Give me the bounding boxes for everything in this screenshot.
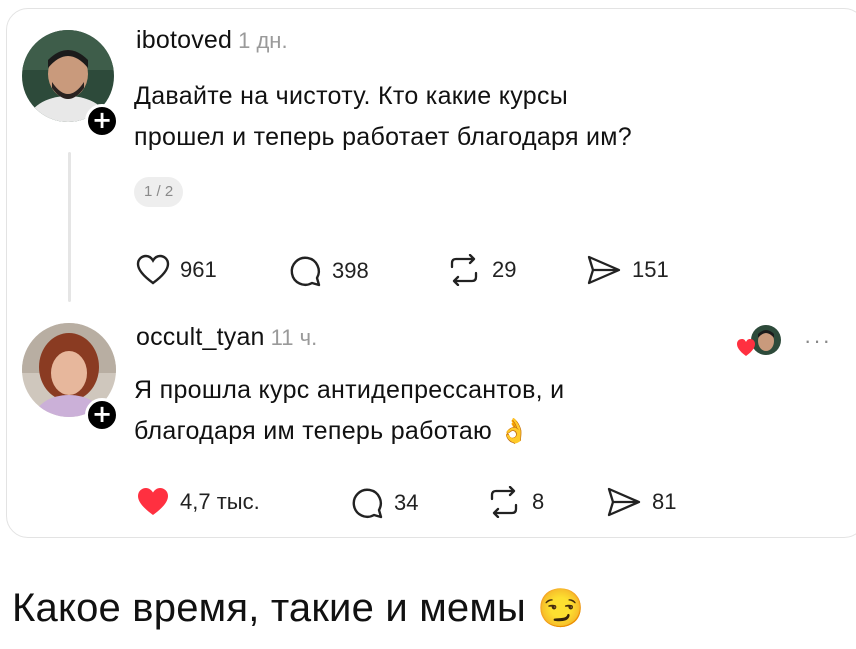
like-button[interactable]: 4,7 тыс. bbox=[136, 486, 260, 518]
caption-text: Какое время, такие и мемы bbox=[12, 586, 527, 630]
share-button[interactable]: 81 bbox=[606, 486, 676, 518]
like-button[interactable]: 961 bbox=[136, 254, 217, 286]
smirk-emoji: 😏 bbox=[537, 588, 585, 630]
comment-count: 34 bbox=[394, 490, 419, 515]
meme-caption: Какое время, такие и мемы 😏 bbox=[12, 586, 585, 631]
repost-button[interactable]: 8 bbox=[486, 486, 544, 518]
repost-count: 8 bbox=[532, 489, 545, 514]
send-icon bbox=[607, 487, 641, 517]
post-text: Давайте на чистоту. Кто какие курсы прош… bbox=[134, 76, 632, 158]
share-count: 81 bbox=[652, 489, 677, 514]
repost-icon bbox=[490, 486, 518, 518]
reply-text-line: благодаря им теперь работаю 👌 bbox=[134, 411, 564, 452]
carousel-page-indicator: 1 / 2 bbox=[134, 177, 184, 207]
reply-header: occult_tyan 11 ч. bbox=[136, 323, 317, 352]
comment-count: 398 bbox=[332, 258, 369, 283]
like-count: 4,7 тыс. bbox=[180, 489, 260, 514]
post-text-line: прошел и теперь работает благодаря им? bbox=[134, 123, 632, 151]
comment-button[interactable]: 34 bbox=[350, 486, 418, 520]
comment-icon bbox=[290, 256, 321, 287]
ok-hand-emoji: 👌 bbox=[499, 418, 530, 445]
repost-icon bbox=[450, 254, 478, 286]
send-icon bbox=[587, 255, 621, 285]
follow-plus-button[interactable]: + bbox=[85, 104, 119, 138]
like-count: 961 bbox=[180, 257, 217, 282]
reply-text: Я прошла курс антидепрессантов, и благод… bbox=[134, 370, 564, 452]
follow-plus-button[interactable]: + bbox=[85, 398, 119, 432]
liked-by-author-indicator bbox=[736, 324, 782, 358]
reply-text-content: благодаря им теперь работаю bbox=[134, 417, 493, 445]
reply-time: 11 ч. bbox=[270, 325, 318, 350]
username[interactable]: ibotoved bbox=[136, 26, 232, 54]
heart-filled-icon bbox=[138, 488, 168, 515]
more-options-button[interactable]: ··· bbox=[804, 328, 832, 354]
share-count: 151 bbox=[632, 257, 669, 282]
repost-button[interactable]: 29 bbox=[446, 254, 516, 286]
username[interactable]: occult_tyan bbox=[136, 323, 265, 351]
post-text-line: Давайте на чистоту. Кто какие курсы bbox=[134, 82, 569, 110]
post-header: ibotoved 1 дн. bbox=[136, 26, 288, 55]
repost-count: 29 bbox=[492, 257, 517, 282]
thread-connector-line bbox=[68, 152, 71, 302]
comment-icon bbox=[352, 488, 383, 519]
post-time: 1 дн. bbox=[238, 28, 288, 53]
heart-icon bbox=[136, 254, 170, 285]
share-button[interactable]: 151 bbox=[586, 254, 669, 286]
reply-text-line: Я прошла курс антидепрессантов, и bbox=[134, 376, 565, 404]
comment-button[interactable]: 398 bbox=[288, 254, 369, 288]
